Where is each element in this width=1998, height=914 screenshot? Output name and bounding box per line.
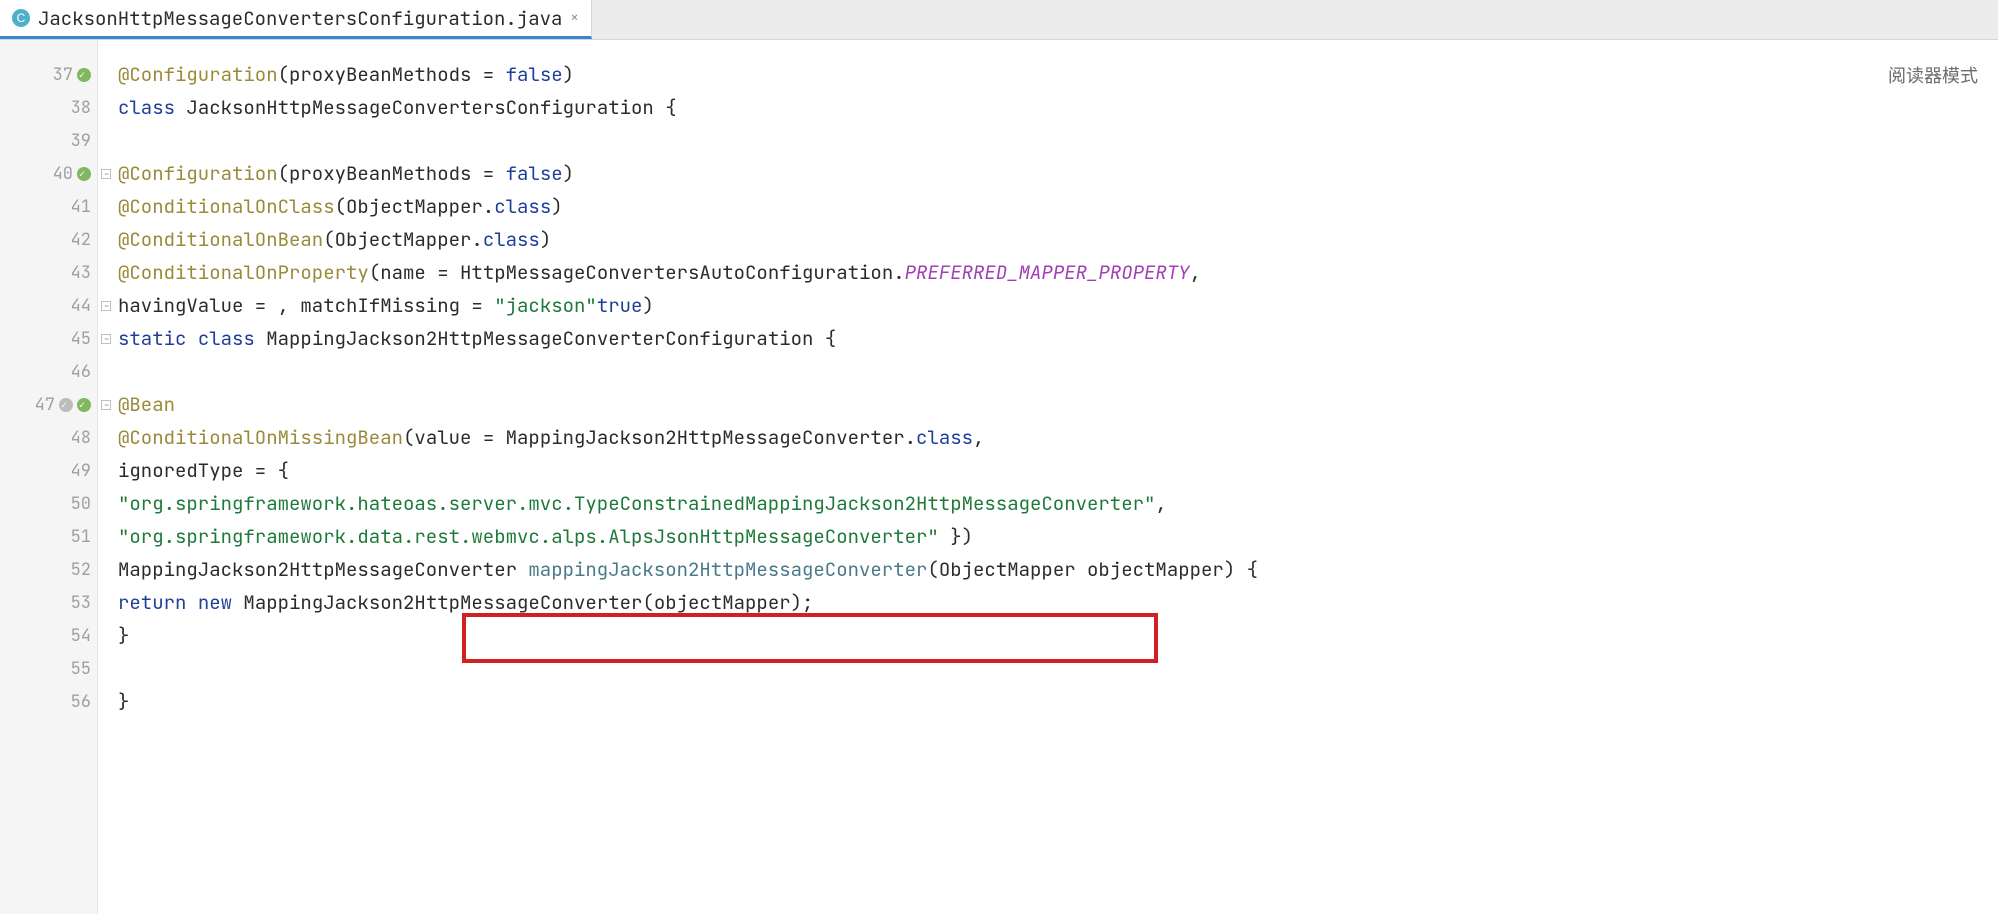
line-number: 53 bbox=[0, 586, 97, 619]
highlight-box bbox=[462, 613, 1158, 663]
code-line[interactable]: @ConditionalOnBean(ObjectMapper.class) bbox=[114, 223, 1998, 256]
code-line[interactable]: } bbox=[114, 685, 1998, 718]
code-line[interactable]: class JacksonHttpMessageConvertersConfig… bbox=[114, 91, 1998, 124]
code-line[interactable]: @ConditionalOnClass(ObjectMapper.class) bbox=[114, 190, 1998, 223]
code-line[interactable]: @ConditionalOnMissingBean(value = Mappin… bbox=[114, 421, 1998, 454]
code-line[interactable]: havingValue = , matchIfMissing = "jackso… bbox=[114, 289, 1998, 322]
code-pane[interactable]: 阅读器模式 @Configuration(proxyBeanMethods = … bbox=[114, 40, 1998, 914]
run-gutter-icon[interactable] bbox=[77, 68, 91, 82]
line-number-gutter: 3738394041424344454647484950515253545556 bbox=[0, 40, 98, 914]
code-line[interactable]: static class MappingJackson2HttpMessageC… bbox=[114, 322, 1998, 355]
code-line[interactable]: "org.springframework.hateoas.server.mvc.… bbox=[114, 487, 1998, 520]
line-number: 46 bbox=[0, 355, 97, 388]
run-gutter-icon[interactable] bbox=[77, 398, 91, 412]
reader-mode-button[interactable]: 阅读器模式 bbox=[1888, 62, 1978, 88]
code-line[interactable]: MappingJackson2HttpMessageConverter mapp… bbox=[114, 553, 1998, 586]
line-number: 41 bbox=[0, 190, 97, 223]
code-line[interactable]: @Configuration(proxyBeanMethods = false) bbox=[114, 157, 1998, 190]
fold-toggle[interactable] bbox=[101, 169, 111, 179]
editor-area: 3738394041424344454647484950515253545556… bbox=[0, 40, 1998, 914]
line-number: 47 bbox=[0, 388, 97, 421]
file-tab[interactable]: C JacksonHttpMessageConvertersConfigurat… bbox=[0, 0, 592, 39]
code-line[interactable] bbox=[114, 355, 1998, 388]
class-file-icon: C bbox=[12, 9, 30, 27]
fold-toggle[interactable] bbox=[101, 334, 111, 344]
line-number: 43 bbox=[0, 256, 97, 289]
code-line[interactable]: "org.springframework.data.rest.webmvc.al… bbox=[114, 520, 1998, 553]
fold-toggle[interactable] bbox=[101, 400, 111, 410]
line-number: 52 bbox=[0, 553, 97, 586]
line-number: 42 bbox=[0, 223, 97, 256]
line-number: 37 bbox=[0, 58, 97, 91]
inherited-gutter-icon[interactable] bbox=[59, 398, 73, 412]
line-number: 40 bbox=[0, 157, 97, 190]
run-gutter-icon[interactable] bbox=[77, 167, 91, 181]
code-line[interactable]: ignoredType = { bbox=[114, 454, 1998, 487]
line-number: 54 bbox=[0, 619, 97, 652]
line-number: 44 bbox=[0, 289, 97, 322]
line-number: 45 bbox=[0, 322, 97, 355]
fold-column bbox=[98, 40, 114, 914]
line-number: 49 bbox=[0, 454, 97, 487]
line-number: 38 bbox=[0, 91, 97, 124]
line-number: 55 bbox=[0, 652, 97, 685]
line-number: 51 bbox=[0, 520, 97, 553]
tab-bar: C JacksonHttpMessageConvertersConfigurat… bbox=[0, 0, 1998, 40]
code-line[interactable]: @Configuration(proxyBeanMethods = false) bbox=[114, 58, 1998, 91]
code-line[interactable] bbox=[114, 124, 1998, 157]
fold-toggle[interactable] bbox=[101, 301, 111, 311]
code-line[interactable]: @Bean bbox=[114, 388, 1998, 421]
close-icon[interactable]: × bbox=[570, 9, 578, 27]
line-number: 39 bbox=[0, 124, 97, 157]
line-number: 50 bbox=[0, 487, 97, 520]
line-number: 56 bbox=[0, 685, 97, 718]
tab-title: JacksonHttpMessageConvertersConfiguratio… bbox=[38, 6, 562, 31]
line-number: 48 bbox=[0, 421, 97, 454]
code-line[interactable]: @ConditionalOnProperty(name = HttpMessag… bbox=[114, 256, 1998, 289]
